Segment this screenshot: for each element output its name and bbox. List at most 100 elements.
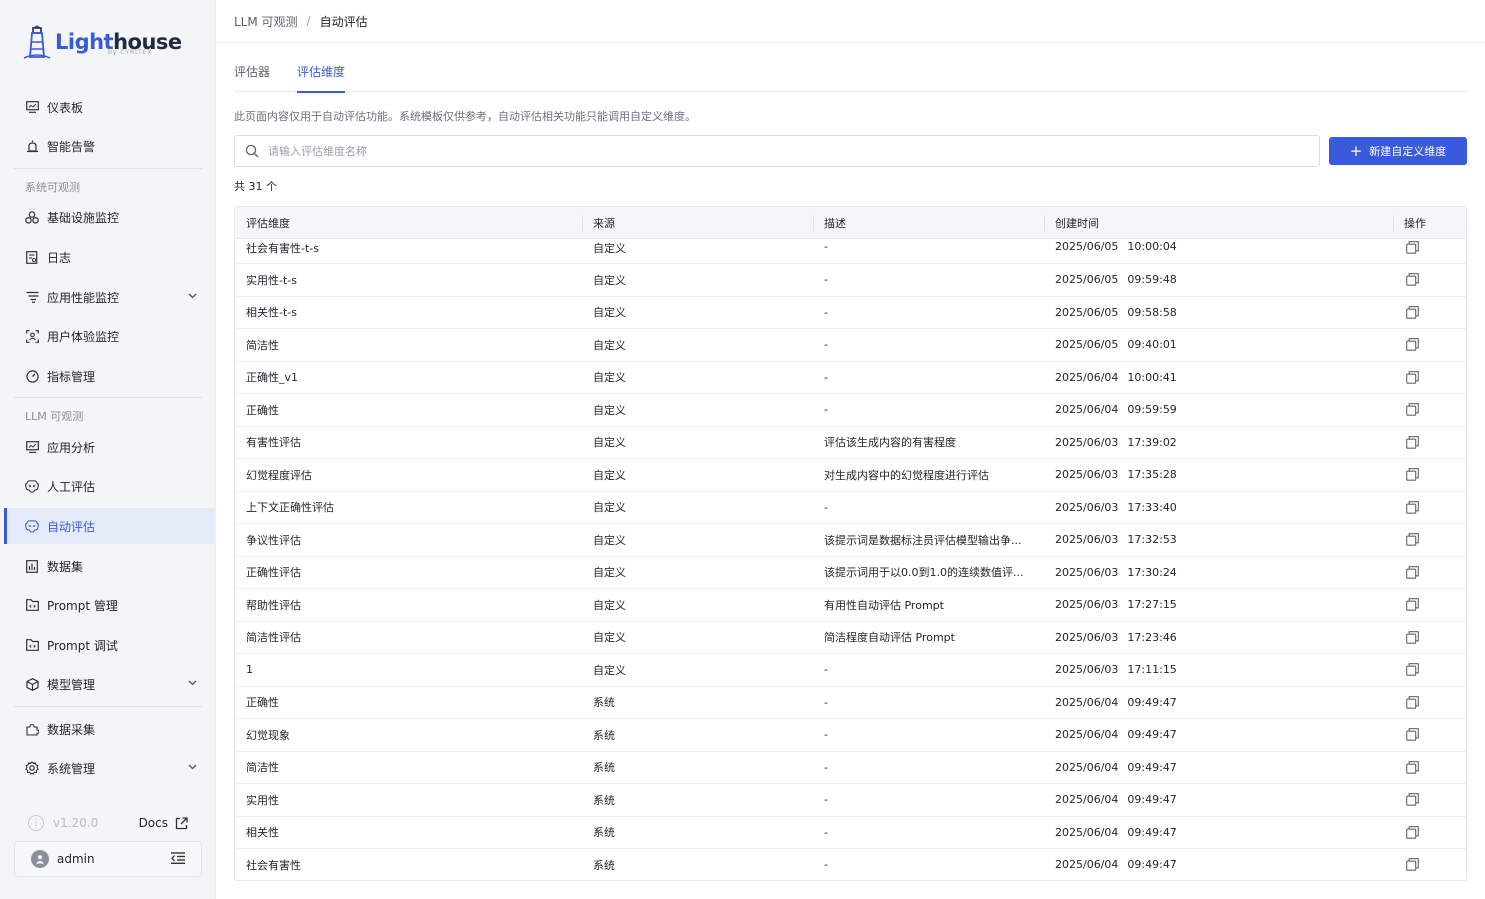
table-row[interactable]: 社会有害性-t-s 自定义 - 2025/06/05 10:00:04 [235,239,1466,264]
brain-icon [24,478,40,494]
nav-item-manual-eval[interactable]: 人工评估 [4,468,215,504]
nav-item-rum[interactable]: 用户体验监控 [4,318,215,354]
nav-item-system-manage[interactable]: 系统管理 [4,750,215,786]
column-header-actions: 操作 [1393,207,1466,239]
table-row[interactable]: 幻觉现象 系统 - 2025/06/04 09:49:47 [235,719,1466,752]
source-text: 系统 [593,728,615,742]
copy-icon[interactable] [1405,630,1419,644]
copy-icon[interactable] [1405,403,1419,417]
created-date: 2025/06/03 [1055,500,1119,514]
table-row[interactable]: 争议性评估 自定义 该提示词是数据标注员评估模型输出争... 2025/06/03 17… [235,524,1466,557]
nav-item-data-collection[interactable]: 数据采集 [4,711,215,747]
brain-icon [24,518,40,534]
copy-icon[interactable] [1405,273,1419,287]
created-date: 2025/06/03 [1055,533,1119,547]
created-clock: 09:59:48 [1127,273,1177,287]
copy-icon[interactable] [1405,728,1419,742]
copy-icon[interactable] [1405,760,1419,774]
copy-icon[interactable] [1405,305,1419,319]
nav-item-prompt-debug[interactable]: Prompt 调试 [4,627,215,663]
row-actions [1393,297,1466,329]
table-row[interactable]: 有害性评估 自定义 评估该生成内容的有害程度 2025/06/03 17:39:02 [235,427,1466,459]
row-actions [1393,459,1466,491]
new-custom-dimension-button[interactable]: + 新建自定义维度 [1329,137,1467,165]
nav-item-prompt-manage[interactable]: Prompt 管理 [4,587,215,623]
table-row[interactable]: 上下文正确性评估 自定义 - 2025/06/03 17:33:40 [235,492,1466,524]
table-row[interactable]: 社会有害性 系统 - 2025/06/04 09:49:47 [235,849,1466,880]
copy-icon[interactable] [1405,370,1419,384]
copy-icon[interactable] [1405,793,1419,807]
version-text: v1.20.0 [53,816,99,830]
nav-label: 自动评估 [47,519,96,534]
dimension-description: - [813,492,1044,524]
table-row[interactable]: 实用性 系统 - 2025/06/04 09:49:47 [235,784,1466,817]
created-date: 2025/06/04 [1055,760,1119,774]
external-link-icon [175,816,188,829]
lighthouse-logo[interactable]: Lighthouse by CYRITEX [22,22,182,62]
collapse-sidebar-icon[interactable] [171,852,185,867]
copy-icon[interactable] [1405,695,1419,709]
dimension-name-text: 正确性 [246,403,279,417]
docs-link[interactable]: Docs [139,816,188,830]
copy-icon[interactable] [1405,663,1419,677]
dimension-source: 自定义 [582,654,813,686]
created-date: 2025/06/03 [1055,598,1119,612]
search-input[interactable] [268,144,1168,158]
copy-icon[interactable] [1405,565,1419,579]
dimension-name-text: 幻觉现象 [246,728,290,742]
nav-item-dashboard[interactable]: 仪表板 [4,89,215,125]
table-row[interactable]: 正确性评估 自定义 该提示词用于以0.0到1.0的连续数值评... 2025/06/0… [235,557,1466,589]
version-row: i v1.20.0 Docs [28,812,188,834]
lighthouse-icon [23,25,51,59]
nav-item-model-manage[interactable]: 模型管理 [4,666,215,702]
folder-icon [24,637,40,653]
dimension-description: - [813,654,1044,686]
table-row[interactable]: 实用性-t-s 自定义 - 2025/06/05 09:59:48 [235,264,1466,297]
copy-icon[interactable] [1405,825,1419,839]
table-row[interactable]: 幻觉程度评估 自定义 对生成内容中的幻觉程度进行评估 2025/06/03 17:35:… [235,459,1466,492]
table-row[interactable]: 帮助性评估 自定义 有用性自动评估 Prompt 2025/06/03 17:27:15 [235,589,1466,622]
nav-item-metrics[interactable]: 指标管理 [4,358,215,394]
table-row[interactable]: 正确性 自定义 - 2025/06/04 09:59:59 [235,394,1466,427]
user-panel[interactable]: admin [14,841,202,877]
copy-icon[interactable] [1405,533,1419,547]
breadcrumb-parent[interactable]: LLM 可观测 [234,13,298,30]
source-text: 系统 [593,793,615,807]
copy-icon[interactable] [1405,500,1419,514]
dimension-source: 自定义 [582,239,813,263]
table-row[interactable]: 简洁性 自定义 - 2025/06/05 09:40:01 [235,329,1466,362]
table-row[interactable]: 相关性 系统 - 2025/06/04 09:49:47 [235,817,1466,849]
dimension-name-text: 帮助性评估 [246,598,301,612]
tab-eval-dimensions[interactable]: 评估维度 [297,55,346,93]
copy-icon[interactable] [1405,858,1419,872]
nav-item-datasets[interactable]: 数据集 [4,548,215,584]
source-text: 自定义 [593,242,626,255]
created-time: 2025/06/04 09:49:47 [1044,849,1393,880]
copy-icon[interactable] [1405,598,1419,612]
dimension-table: 评估维度 来源 描述 创建时间 操作 社会有害性-t-s 自定义 - 2025/06/… [234,206,1467,881]
nav-item-logs[interactable]: 日志 [4,239,215,275]
table-row[interactable]: 正确性_v1 自定义 - 2025/06/04 10:00:41 [235,362,1466,394]
copy-icon[interactable] [1405,338,1419,352]
folder-icon [24,597,40,613]
created-clock: 09:49:47 [1127,793,1177,807]
nav-item-alerts[interactable]: 智能告警 [4,128,215,164]
nav-item-infra-monitor[interactable]: 基础设施监控 [4,199,215,235]
copy-icon[interactable] [1405,468,1419,482]
tab-evaluators[interactable]: 评估器 [234,55,270,92]
version-info: i v1.20.0 [28,815,98,831]
cluster-icon [24,209,40,225]
table-row[interactable]: 简洁性 系统 - 2025/06/04 09:49:47 [235,752,1466,784]
table-row[interactable]: 1 自定义 - 2025/06/03 17:11:15 [235,654,1466,687]
nav-item-apm[interactable]: 应用性能监控 [4,279,215,315]
created-clock: 10:00:41 [1127,370,1177,384]
table-row[interactable]: 简洁性评估 自定义 简洁程度自动评估 Prompt 2025/06/03 17:23:4… [235,622,1466,654]
copy-icon[interactable] [1405,240,1419,254]
created-time: 2025/06/03 17:39:02 [1044,427,1393,459]
nav-item-auto-eval[interactable]: 自动评估 [4,508,215,544]
copy-icon[interactable] [1405,435,1419,449]
table-row[interactable]: 相关性-t-s 自定义 - 2025/06/05 09:58:58 [235,297,1466,329]
table-row[interactable]: 正确性 系统 - 2025/06/04 09:49:47 [235,687,1466,719]
nav-item-app-analysis[interactable]: 应用分析 [4,429,215,465]
created-clock: 17:33:40 [1127,500,1177,514]
